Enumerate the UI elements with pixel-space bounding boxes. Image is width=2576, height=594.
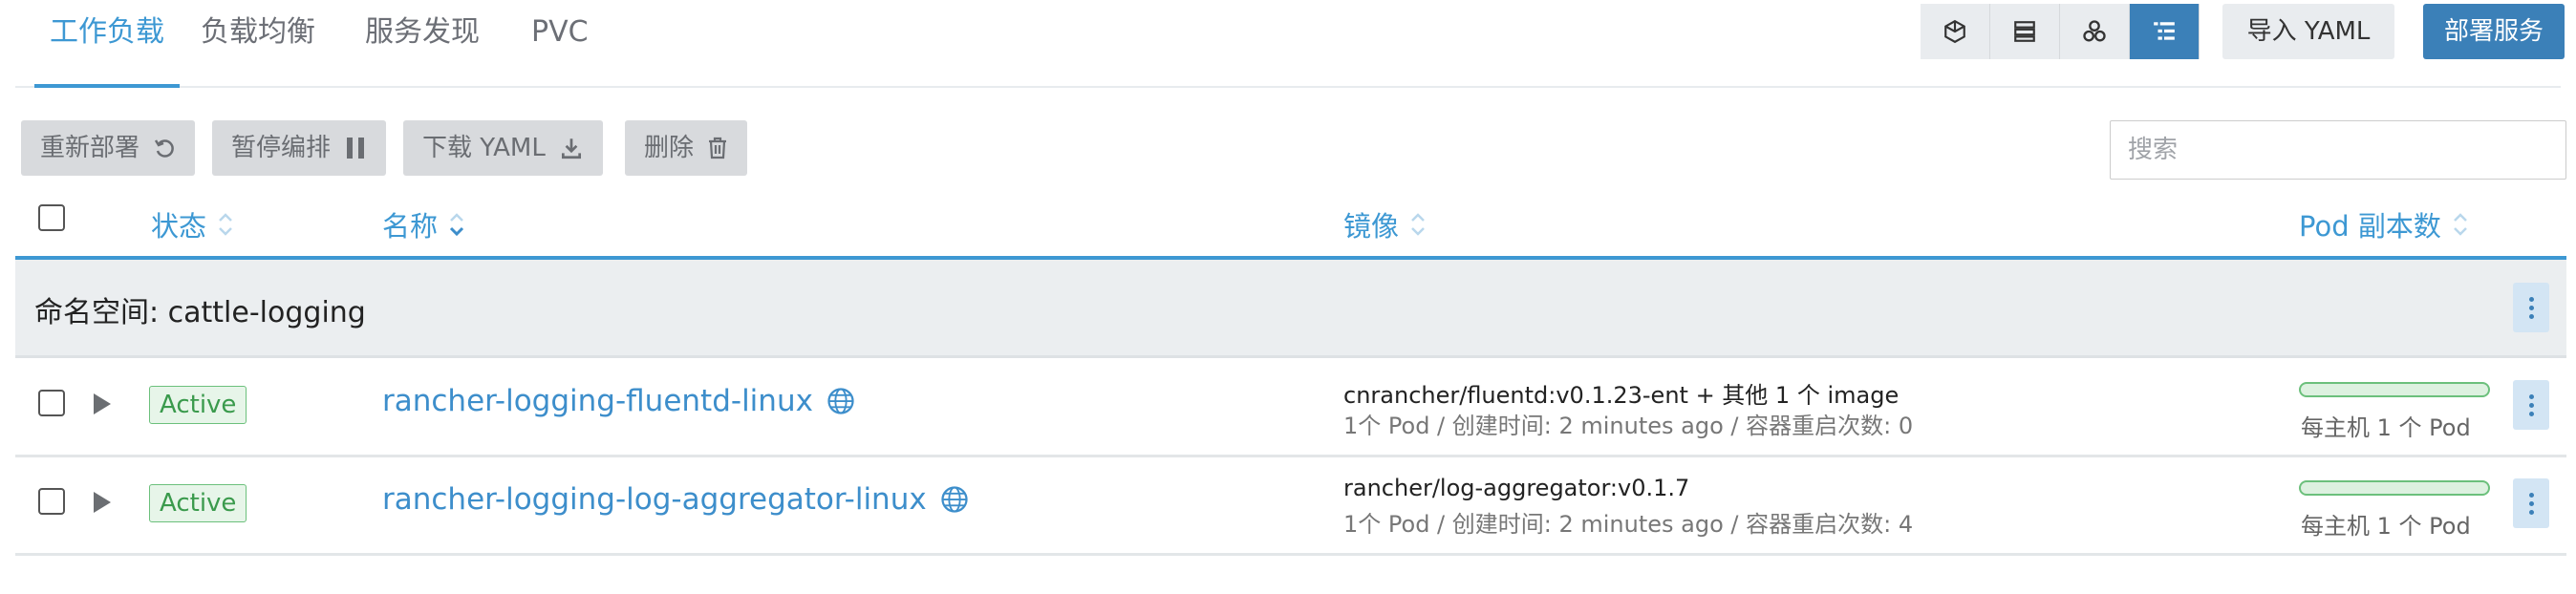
workload-link[interactable]: rancher-logging-fluentd-linux [382, 384, 855, 418]
search-input[interactable] [2110, 120, 2566, 180]
column-pods-label: Pod 副本数 [2299, 210, 2441, 243]
view-server-button[interactable] [1990, 4, 2060, 59]
delete-button[interactable]: 删除 [625, 120, 748, 176]
sort-icon [1410, 210, 1426, 239]
status-badge: Active [149, 484, 247, 522]
pod-scale-text: 每主机 1 个 Pod [2301, 414, 2471, 441]
table-row: Active rancher-logging-fluentd-linux cnr… [15, 357, 2566, 457]
expand-row-icon[interactable] [94, 393, 111, 414]
tab-service-discovery[interactable]: 服务发现 [365, 0, 480, 84]
pause-icon [347, 138, 365, 159]
image-name: cnrancher/fluentd:v0.1.23-ent + 其他 1 个 i… [1343, 382, 1900, 409]
select-all-checkbox[interactable] [38, 204, 65, 231]
tab-load-balancing[interactable]: 负载均衡 [201, 0, 315, 84]
kebab-dot [2528, 305, 2534, 310]
view-cube-button[interactable] [1921, 4, 1990, 59]
sort-icon [218, 210, 233, 239]
column-state[interactable]: 状态 [151, 204, 233, 244]
row-actions-button[interactable] [2513, 478, 2549, 528]
namespace-actions-button[interactable] [2513, 283, 2549, 332]
download-icon [561, 138, 581, 159]
pause-label: 暂停编排 [231, 134, 332, 162]
list-tree-icon [2154, 22, 2175, 40]
table-header: 状态 名称 镜像 Pod 副本数 [15, 191, 2566, 260]
deploy-service-button[interactable]: 部署服务 [2423, 4, 2565, 59]
pause-orchestration-button[interactable]: 暂停编排 [212, 120, 387, 176]
sort-desc-icon [449, 210, 464, 239]
workload-name: rancher-logging-log-aggregator-linux [382, 482, 927, 517]
cube-icon [1944, 19, 1965, 44]
kebab-dot [2528, 313, 2534, 319]
pod-progress-bar [2299, 382, 2490, 397]
trash-icon [709, 137, 727, 159]
row-checkbox[interactable] [38, 488, 65, 515]
kebab-dot [2528, 492, 2534, 498]
expand-row-icon[interactable] [94, 492, 111, 513]
table-row: Active rancher-logging-log-aggregator-li… [15, 456, 2566, 556]
column-state-label: 状态 [151, 210, 207, 243]
status-badge: Active [149, 386, 247, 424]
view-mode-group [1921, 4, 2200, 59]
kebab-dot [2528, 411, 2534, 416]
download-label: 下载 YAML [422, 134, 546, 162]
download-yaml-button[interactable]: 下载 YAML [403, 120, 603, 176]
column-image-label: 镜像 [1343, 210, 1400, 243]
import-yaml-button[interactable]: 导入 YAML [2222, 4, 2394, 59]
namespace-group-row: 命名空间: cattle-logging [15, 260, 2566, 358]
kebab-dot [2528, 500, 2534, 506]
redeploy-label: 重新部署 [40, 134, 140, 162]
kebab-dot [2528, 296, 2534, 302]
kebab-dot [2528, 509, 2534, 515]
row-checkbox[interactable] [38, 390, 65, 416]
column-image[interactable]: 镜像 [1343, 204, 1426, 244]
server-stack-icon [2014, 21, 2035, 42]
column-pods[interactable]: Pod 副本数 [2299, 204, 2468, 244]
view-cluster-button[interactable] [2060, 4, 2130, 59]
view-list-button[interactable] [2130, 4, 2200, 59]
column-name-label: 名称 [382, 210, 439, 243]
pod-scale-text: 每主机 1 个 Pod [2301, 513, 2471, 540]
kebab-dot [2528, 402, 2534, 408]
row-actions-button[interactable] [2513, 380, 2549, 430]
workload-meta: 1个 Pod / 创建时间: 2 minutes ago / 容器重启次数: 0 [1343, 413, 1914, 439]
globe-icon [827, 388, 854, 414]
tab-pvc[interactable]: PVC [531, 0, 589, 84]
workload-name: rancher-logging-fluentd-linux [382, 384, 813, 418]
undo-icon [154, 139, 174, 158]
workload-meta: 1个 Pod / 创建时间: 2 minutes ago / 容器重启次数: 4 [1343, 511, 1914, 538]
kebab-dot [2528, 393, 2534, 399]
tab-workloads[interactable]: 工作负载 [34, 0, 180, 88]
globe-icon [941, 486, 968, 513]
delete-label: 删除 [644, 134, 695, 162]
pod-progress-bar [2299, 480, 2490, 496]
image-name: rancher/log-aggregator:v0.1.7 [1343, 475, 1690, 501]
namespace-label: 命名空间: cattle-logging [34, 296, 366, 329]
cluster-icon [2083, 20, 2106, 42]
column-name[interactable]: 名称 [382, 204, 464, 244]
sort-icon [2453, 210, 2468, 239]
redeploy-button[interactable]: 重新部署 [21, 120, 196, 176]
workload-link[interactable]: rancher-logging-log-aggregator-linux [382, 482, 969, 517]
